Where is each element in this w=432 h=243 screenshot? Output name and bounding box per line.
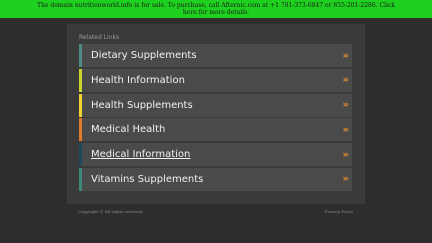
related-link-medical-health[interactable]: Medical Health » — [79, 118, 352, 142]
link-accent-bar — [79, 93, 82, 117]
related-link-health-information[interactable]: Health Information » — [79, 68, 352, 92]
link-accent-bar — [79, 167, 82, 191]
related-link-medical-information[interactable]: Medical Information » — [79, 143, 352, 167]
copyright-text: Copyright © All rights reserved. — [78, 209, 144, 214]
link-label[interactable]: Health Supplements — [91, 100, 193, 111]
related-links-heading: Related Links — [79, 34, 120, 41]
chevron-right-icon[interactable]: » — [343, 124, 350, 135]
link-label[interactable]: Medical Information — [91, 149, 190, 160]
chevron-right-icon[interactable]: » — [343, 149, 350, 160]
link-accent-bar — [79, 118, 82, 142]
related-links-list: Dietary Supplements » Health Information… — [79, 44, 352, 193]
chevron-right-icon[interactable]: » — [343, 100, 350, 111]
link-accent-bar — [79, 44, 82, 67]
link-accent-bar — [79, 143, 82, 167]
related-link-health-supplements[interactable]: Health Supplements » — [79, 93, 352, 117]
link-label[interactable]: Medical Health — [91, 124, 165, 135]
link-label[interactable]: Dietary Supplements — [91, 50, 197, 61]
link-accent-bar — [79, 68, 82, 92]
related-link-vitamins-supplements[interactable]: Vitamins Supplements » — [79, 167, 352, 191]
chevron-right-icon[interactable]: » — [343, 75, 350, 86]
for-sale-banner[interactable]: The domain nutritionworld.info is for sa… — [0, 0, 432, 18]
link-label[interactable]: Health Information — [91, 75, 185, 86]
chevron-right-icon[interactable]: » — [343, 50, 350, 61]
link-label[interactable]: Vitamins Supplements — [91, 174, 203, 185]
privacy-policy-link[interactable]: Privacy Policy — [325, 209, 353, 214]
related-link-dietary-supplements[interactable]: Dietary Supplements » — [79, 44, 352, 67]
banner-text[interactable]: The domain nutritionworld.info is for sa… — [0, 2, 432, 16]
chevron-right-icon[interactable]: » — [343, 174, 350, 185]
